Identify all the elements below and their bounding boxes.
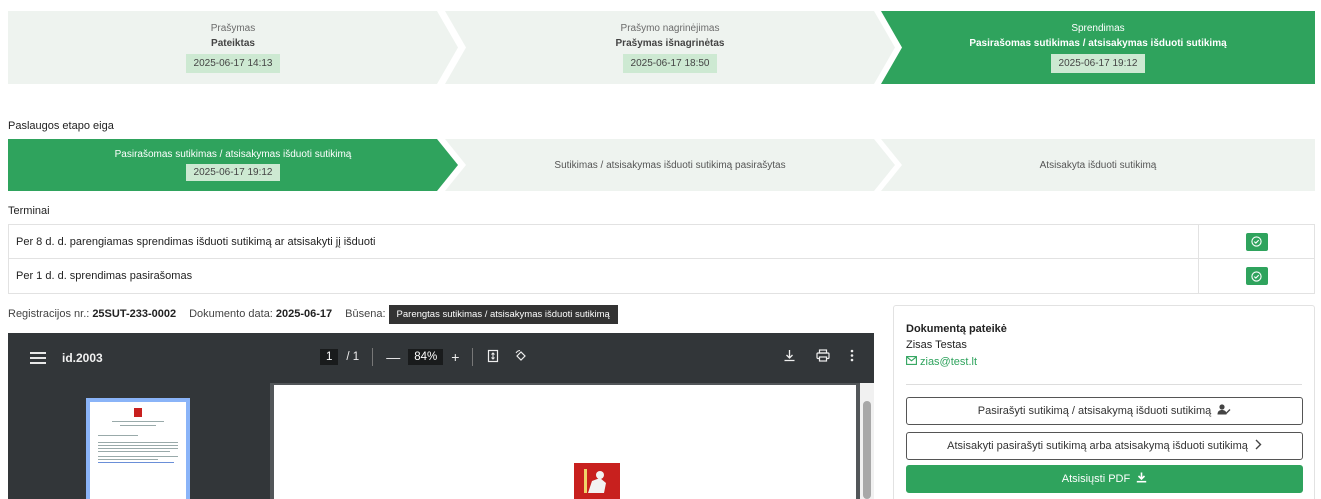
coat-of-arms-image: [574, 463, 620, 499]
stage-step-signing: Pasirašomas sutikimas / atsisakymas išdu…: [8, 139, 458, 191]
stage-step-date: 2025-06-17 19:12: [185, 164, 281, 181]
step-date: 2025-06-17 18:50: [622, 53, 718, 73]
step-request: Prašymas Pateiktas 2025-06-17 14:13: [8, 11, 458, 84]
step-title: Prašymo nagrinėjimas: [620, 22, 720, 34]
refuse-sign-button[interactable]: Atsisakyti pasirašyti sutikimą arba atsi…: [906, 432, 1303, 460]
page-number-input[interactable]: 1: [320, 349, 339, 365]
step-subtitle: Prašymas išnagrinėtas: [615, 37, 725, 49]
pdf-thumbnail-sidebar: [8, 383, 270, 499]
step-title: Sprendimas: [1071, 22, 1125, 34]
submitter-title: Dokumentą pateikė: [906, 323, 1007, 335]
refuse-button-label: Atsisakyti pasirašyti sutikimą arba atsi…: [947, 440, 1248, 452]
download-icon[interactable]: [783, 349, 796, 365]
term-text: Per 8 d. d. parengiamas sprendimas išduo…: [9, 225, 1199, 258]
zoom-level-input[interactable]: 84%: [408, 349, 444, 365]
check-circle-icon: [1245, 232, 1268, 251]
pdf-page: [274, 385, 856, 499]
check-circle-icon: [1245, 267, 1268, 285]
document-date-label: Dokumento data:: [189, 308, 273, 320]
reg-number-label: Registracijos nr.:: [8, 308, 90, 320]
toolbar-divider: [472, 348, 474, 366]
toolbar-divider: [372, 348, 374, 366]
pdf-file-name: id.2003: [62, 351, 103, 365]
zoom-in-button[interactable]: +: [451, 349, 459, 365]
stage-step-refused: Atsisakyta išduoti sutikimą: [881, 139, 1315, 191]
pdf-viewer[interactable]: id.2003 1 / 1 — 84% +: [8, 333, 874, 499]
submitter-panel: Dokumentą pateikė Zisas Testas zias@test…: [893, 305, 1315, 499]
envelope-icon: [906, 356, 917, 368]
document-meta: Registracijos nr.: 25SUT-233-0002 Dokume…: [8, 304, 618, 324]
status-label: Būsena:: [345, 308, 386, 320]
reg-number-value: 25SUT-233-0002: [92, 308, 177, 320]
table-row: Per 1 d. d. sprendimas pasirašomas: [9, 259, 1314, 293]
print-icon[interactable]: [816, 349, 830, 365]
step-date: 2025-06-17 14:13: [185, 53, 281, 73]
term-status: [1199, 259, 1314, 293]
more-options-icon[interactable]: [850, 349, 854, 365]
scrollbar-thumb[interactable]: [863, 401, 871, 499]
pdf-scrollbar[interactable]: [860, 383, 874, 499]
stage-step-signed: Sutikimas / atsisakymas išduoti sutikimą…: [445, 139, 895, 191]
user-signature-icon: [1217, 404, 1231, 418]
status-badge: Parengtas sutikimas / atsisakymas išduot…: [388, 304, 618, 324]
page-thumbnail[interactable]: [86, 398, 190, 499]
terms-heading: Terminai: [8, 205, 50, 217]
step-title: Prašymas: [210, 22, 256, 34]
submitter-email: zias@test.lt: [920, 356, 978, 368]
stage-step-label: Pasirašomas sutikimas / atsisakymas išdu…: [114, 149, 352, 160]
term-text: Per 1 d. d. sprendimas pasirašomas: [9, 259, 1199, 293]
table-row: Per 8 d. d. parengiamas sprendimas išduo…: [9, 225, 1314, 259]
submitter-name: Zisas Testas: [906, 339, 967, 351]
pdf-page-controls: 1 / 1 — 84% +: [320, 348, 528, 366]
process-stepper: Prašymas Pateiktas 2025-06-17 14:13 Praš…: [8, 11, 1315, 84]
download-button-label: Atsisiųsti PDF: [1061, 473, 1131, 485]
pdf-right-controls: [783, 349, 854, 365]
fit-page-icon[interactable]: [486, 349, 500, 366]
step-review: Prašymo nagrinėjimas Prašymas išnagrinėt…: [445, 11, 895, 84]
sign-consent-button[interactable]: Pasirašyti sutikimą / atsisakymą išduoti…: [906, 397, 1303, 425]
step-decision: Sprendimas Pasirašomas sutikimas / atsis…: [881, 11, 1315, 84]
stage-step-label: Atsisakyta išduoti sutikimą: [1039, 159, 1157, 171]
divider: [906, 384, 1302, 385]
sign-button-label: Pasirašyti sutikimą / atsisakymą išduoti…: [977, 405, 1212, 417]
zoom-out-button[interactable]: —: [386, 349, 400, 365]
step-subtitle: Pateiktas: [211, 37, 255, 49]
download-pdf-button[interactable]: Atsisiųsti PDF: [906, 465, 1303, 493]
pdf-toolbar: id.2003 1 / 1 — 84% +: [8, 333, 874, 383]
stage-flow-stepper: Pasirašomas sutikimas / atsisakymas išdu…: [8, 139, 1315, 191]
step-subtitle: Pasirašomas sutikimas / atsisakymas išdu…: [969, 37, 1227, 49]
download-icon: [1136, 472, 1147, 486]
rotate-icon[interactable]: [514, 349, 528, 366]
term-status: [1199, 225, 1314, 258]
step-date: 2025-06-17 19:12: [1050, 53, 1146, 73]
chevron-right-icon: [1254, 439, 1262, 453]
menu-icon[interactable]: [30, 352, 46, 364]
page-total: / 1: [346, 351, 360, 363]
stage-flow-heading: Paslaugos etapo eiga: [8, 120, 114, 132]
stage-step-label: Sutikimas / atsisakymas išduoti sutikimą…: [554, 159, 786, 171]
terms-table: Per 8 d. d. parengiamas sprendimas išduo…: [8, 224, 1315, 294]
document-date-value: 2025-06-17: [275, 308, 333, 320]
submitter-email-link[interactable]: zias@test.lt: [906, 356, 977, 368]
